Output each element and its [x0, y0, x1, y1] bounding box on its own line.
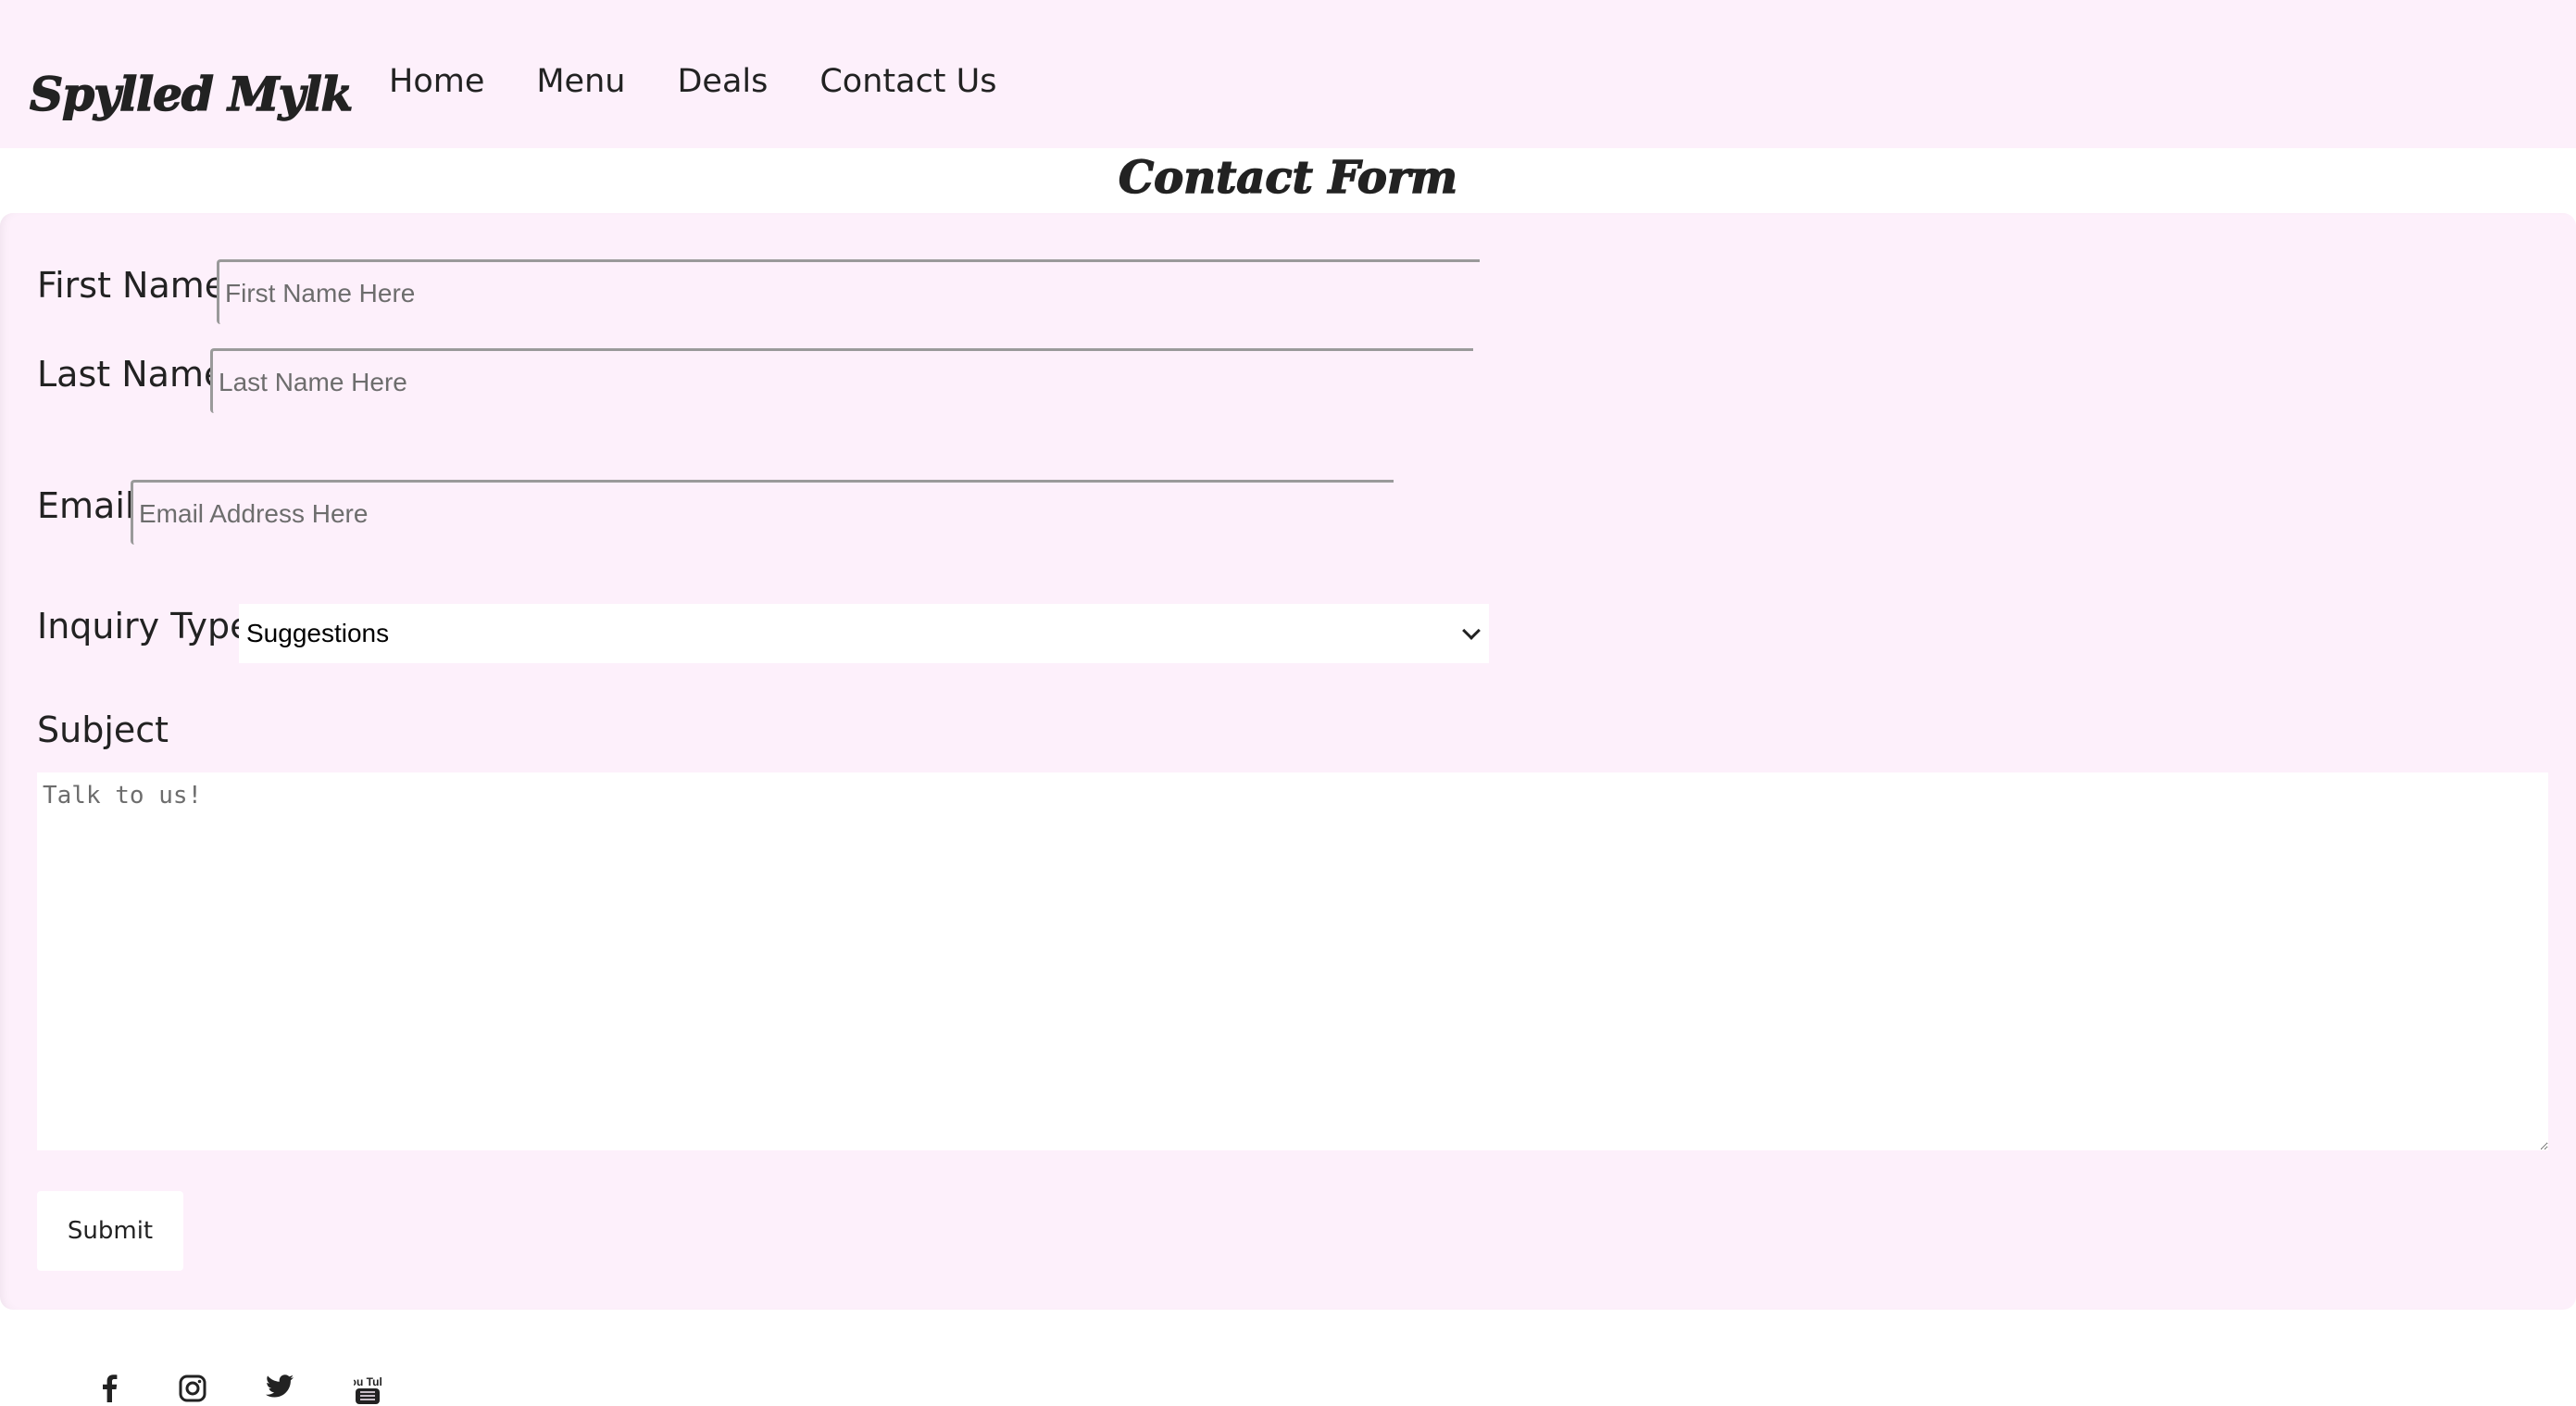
- youtube-icon-text: You Tube: [354, 1375, 381, 1388]
- page: Spylled Mylk Home Menu Deals Contact Us …: [0, 0, 2576, 1406]
- subject-textarea[interactable]: [37, 772, 2548, 1150]
- first-name-input[interactable]: [217, 259, 1480, 324]
- last-name-input[interactable]: [210, 348, 1473, 413]
- twitter-icon[interactable]: [264, 1375, 295, 1406]
- email-label: Email: [37, 485, 135, 526]
- site-logo[interactable]: Spylled Mylk: [29, 66, 354, 122]
- main-nav: Home Menu Deals Contact Us: [389, 63, 997, 100]
- chevron-down-icon: [1461, 623, 1482, 644]
- last-name-label: Last Name: [37, 354, 226, 395]
- subject-label: Subject: [37, 709, 169, 750]
- submit-button[interactable]: Submit: [37, 1191, 183, 1271]
- first-name-label: First Name: [37, 265, 227, 306]
- inquiry-type-label: Inquiry Type: [37, 606, 252, 647]
- nav-contact-us-link[interactable]: Contact Us: [819, 63, 996, 100]
- nav-menu-link[interactable]: Menu: [536, 63, 625, 100]
- nav-deals-link[interactable]: Deals: [677, 63, 768, 100]
- facebook-icon[interactable]: [94, 1375, 126, 1406]
- contact-form: First Name Last Name Email Inquiry Type …: [0, 213, 2576, 1310]
- email-input[interactable]: [131, 480, 1394, 545]
- youtube-icon[interactable]: You Tube: [352, 1375, 383, 1406]
- nav-home-link[interactable]: Home: [389, 63, 484, 100]
- page-title: Contact Form: [1118, 151, 1458, 205]
- inquiry-type-select[interactable]: Suggestions: [239, 604, 1489, 663]
- inquiry-type-selected-value: Suggestions: [246, 619, 390, 647]
- instagram-icon[interactable]: [177, 1375, 208, 1406]
- site-header: Spylled Mylk Home Menu Deals Contact Us: [0, 0, 2576, 148]
